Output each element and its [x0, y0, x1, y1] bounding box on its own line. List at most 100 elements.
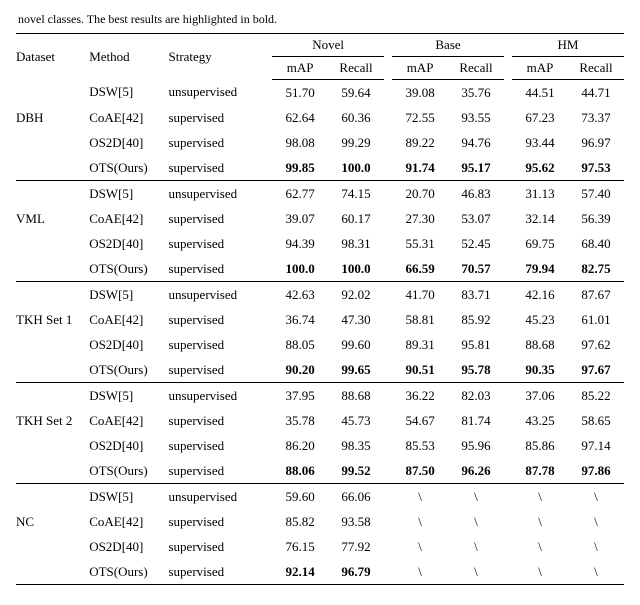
value-cell: 66.59	[392, 256, 448, 282]
dataset-cell	[16, 80, 89, 106]
value-cell: 94.39	[272, 231, 328, 256]
value-cell: \	[512, 534, 568, 559]
col-group-base: Base	[392, 34, 504, 57]
value-cell: 99.60	[328, 332, 384, 357]
method-cell: CoAE[42]	[89, 509, 168, 534]
value-cell: 31.13	[512, 181, 568, 207]
value-cell: 96.26	[448, 458, 504, 484]
value-cell: 97.53	[568, 155, 624, 181]
table-row: OS2D[40]supervised94.3998.3155.3152.4569…	[16, 231, 624, 256]
value-cell: 88.68	[328, 383, 384, 409]
value-cell: 90.35	[512, 357, 568, 383]
col-strategy: Strategy	[168, 34, 264, 80]
value-cell: 92.02	[328, 282, 384, 308]
table-row: OTS(Ours)supervised90.2099.6590.5195.789…	[16, 357, 624, 383]
value-cell: 53.07	[448, 206, 504, 231]
strategy-cell: supervised	[168, 534, 264, 559]
strategy-cell: supervised	[168, 408, 264, 433]
strategy-cell: supervised	[168, 231, 264, 256]
col-group-hm: HM	[512, 34, 624, 57]
value-cell: 88.06	[272, 458, 328, 484]
dataset-cell	[16, 332, 89, 357]
value-cell: 59.60	[272, 484, 328, 510]
strategy-cell: supervised	[168, 130, 264, 155]
dataset-cell	[16, 559, 89, 585]
value-cell: 99.29	[328, 130, 384, 155]
dataset-cell	[16, 130, 89, 155]
value-cell: 95.17	[448, 155, 504, 181]
col-dataset: Dataset	[16, 34, 89, 80]
value-cell: 89.31	[392, 332, 448, 357]
table-row: DSW[5]unsupervised62.7774.1520.7046.8331…	[16, 181, 624, 207]
value-cell: \	[448, 559, 504, 585]
value-cell: 87.78	[512, 458, 568, 484]
method-cell: OTS(Ours)	[89, 357, 168, 383]
strategy-cell: unsupervised	[168, 484, 264, 510]
value-cell: 37.06	[512, 383, 568, 409]
value-cell: \	[392, 509, 448, 534]
value-cell: 41.70	[392, 282, 448, 308]
value-cell: 81.74	[448, 408, 504, 433]
value-cell: 52.45	[448, 231, 504, 256]
col-base-map: mAP	[392, 57, 448, 80]
value-cell: 97.62	[568, 332, 624, 357]
value-cell: \	[392, 484, 448, 510]
table-row: OS2D[40]supervised86.2098.3585.5395.9685…	[16, 433, 624, 458]
value-cell: 98.31	[328, 231, 384, 256]
value-cell: 76.15	[272, 534, 328, 559]
value-cell: 93.44	[512, 130, 568, 155]
method-cell: CoAE[42]	[89, 206, 168, 231]
strategy-cell: supervised	[168, 155, 264, 181]
value-cell: 97.14	[568, 433, 624, 458]
value-cell: 95.81	[448, 332, 504, 357]
table-row: TKH Set 2CoAE[42]supervised35.7845.7354.…	[16, 408, 624, 433]
value-cell: 62.77	[272, 181, 328, 207]
value-cell: 44.51	[512, 80, 568, 106]
value-cell: 89.22	[392, 130, 448, 155]
value-cell: \	[448, 534, 504, 559]
dataset-cell: TKH Set 1	[16, 307, 89, 332]
dataset-cell: TKH Set 2	[16, 408, 89, 433]
method-cell: DSW[5]	[89, 80, 168, 106]
value-cell: \	[392, 559, 448, 585]
value-cell: 42.63	[272, 282, 328, 308]
value-cell: 95.96	[448, 433, 504, 458]
table-row: OS2D[40]supervised76.1577.92\\\\	[16, 534, 624, 559]
caption-fragment: novel classes. The best results are high…	[18, 12, 624, 27]
value-cell: 87.50	[392, 458, 448, 484]
value-cell: 46.83	[448, 181, 504, 207]
value-cell: 70.57	[448, 256, 504, 282]
table-row: OTS(Ours)supervised88.0699.5287.5096.268…	[16, 458, 624, 484]
value-cell: 60.17	[328, 206, 384, 231]
method-cell: OTS(Ours)	[89, 458, 168, 484]
value-cell: 93.58	[328, 509, 384, 534]
value-cell: 36.22	[392, 383, 448, 409]
value-cell: 98.08	[272, 130, 328, 155]
strategy-cell: unsupervised	[168, 80, 264, 106]
dataset-cell	[16, 181, 89, 207]
value-cell: 35.78	[272, 408, 328, 433]
table-row: DSW[5]unsupervised37.9588.6836.2282.0337…	[16, 383, 624, 409]
value-cell: 74.15	[328, 181, 384, 207]
dataset-cell: NC	[16, 509, 89, 534]
value-cell: 91.74	[392, 155, 448, 181]
table-row: DSW[5]unsupervised42.6392.0241.7083.7142…	[16, 282, 624, 308]
value-cell: 58.65	[568, 408, 624, 433]
value-cell: \	[568, 484, 624, 510]
table-row: OTS(Ours)supervised99.85100.091.7495.179…	[16, 155, 624, 181]
method-cell: OS2D[40]	[89, 130, 168, 155]
strategy-cell: supervised	[168, 206, 264, 231]
value-cell: 86.20	[272, 433, 328, 458]
value-cell: 83.71	[448, 282, 504, 308]
value-cell: \	[448, 509, 504, 534]
value-cell: \	[512, 509, 568, 534]
value-cell: 99.52	[328, 458, 384, 484]
col-hm-map: mAP	[512, 57, 568, 80]
value-cell: 100.0	[328, 256, 384, 282]
dataset-cell	[16, 282, 89, 308]
dataset-cell	[16, 484, 89, 510]
strategy-cell: supervised	[168, 256, 264, 282]
value-cell: 58.81	[392, 307, 448, 332]
value-cell: 61.01	[568, 307, 624, 332]
dataset-cell	[16, 256, 89, 282]
